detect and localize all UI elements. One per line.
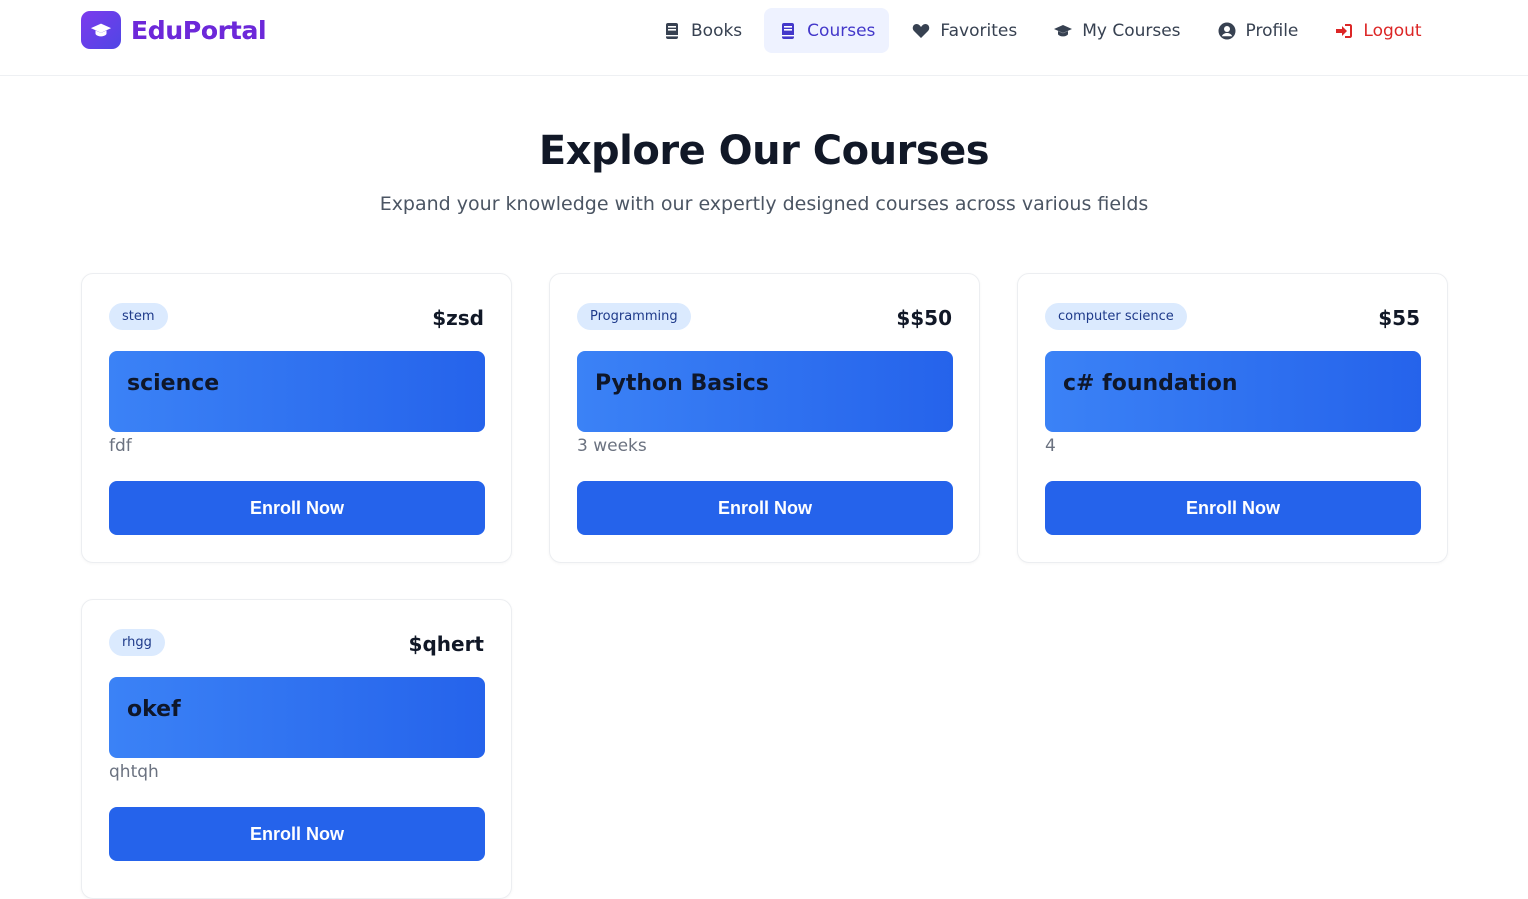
enroll-button[interactable]: Enroll Now xyxy=(1045,481,1421,535)
course-card: computer science $55 c# foundation 4 Enr… xyxy=(1017,273,1448,563)
course-banner: okef xyxy=(109,677,485,758)
nav-label-my-courses: My Courses xyxy=(1082,20,1181,41)
course-duration: 3 weeks xyxy=(577,436,647,456)
enroll-button[interactable]: Enroll Now xyxy=(109,807,485,861)
graduation-cap-icon xyxy=(81,11,121,49)
brand-name: EduPortal xyxy=(131,15,267,45)
nav-item-books[interactable]: Books xyxy=(648,8,756,53)
course-banner: c# foundation xyxy=(1045,351,1421,432)
book-icon xyxy=(662,21,682,41)
nav-label-logout: Logout xyxy=(1363,20,1422,41)
brand[interactable]: EduPortal xyxy=(81,11,267,49)
course-title: c# foundation xyxy=(1063,371,1238,396)
nav-label-books: Books xyxy=(691,20,743,41)
enroll-button[interactable]: Enroll Now xyxy=(577,481,953,535)
course-card: Programming $$50 Python Basics 3 weeks E… xyxy=(549,273,980,563)
course-title: okef xyxy=(127,697,181,722)
nav-item-favorites[interactable]: Favorites xyxy=(897,8,1031,53)
course-price: $zsd xyxy=(432,306,484,330)
course-banner: science xyxy=(109,351,485,432)
course-duration: 4 xyxy=(1045,436,1056,456)
course-price: $qhert xyxy=(408,632,484,656)
course-price: $$50 xyxy=(896,306,952,330)
course-card: stem $zsd science fdf Enroll Now xyxy=(81,273,512,563)
main-nav: Books Courses Favorites My Courses Profi… xyxy=(648,8,1444,53)
nav-label-profile: Profile xyxy=(1245,20,1299,41)
course-title: science xyxy=(127,371,220,396)
category-badge: rhgg xyxy=(109,629,165,656)
nav-item-my-courses[interactable]: My Courses xyxy=(1039,8,1194,53)
course-card: rhgg $qhert okef qhtqh Enroll Now xyxy=(81,599,512,899)
nav-item-logout[interactable]: Logout xyxy=(1320,8,1435,53)
nav-label-favorites: Favorites xyxy=(940,20,1018,41)
nav-item-courses[interactable]: Courses xyxy=(764,8,890,53)
graduation-cap-icon xyxy=(1053,21,1073,41)
course-duration: fdf xyxy=(109,436,132,456)
category-badge: Programming xyxy=(577,303,691,330)
course-banner: Python Basics xyxy=(577,351,953,432)
nav-item-profile[interactable]: Profile xyxy=(1203,8,1313,53)
category-badge: computer science xyxy=(1045,303,1187,330)
nav-label-courses: Courses xyxy=(807,20,876,41)
page-title: Explore Our Courses xyxy=(538,128,990,174)
course-price: $55 xyxy=(1378,306,1420,330)
category-badge: stem xyxy=(109,303,168,330)
top-navbar: EduPortal Books Courses Favorites My Cou… xyxy=(0,0,1528,76)
user-circle-icon xyxy=(1217,21,1237,41)
page-subtitle: Expand your knowledge with our expertly … xyxy=(379,193,1149,215)
enroll-button[interactable]: Enroll Now xyxy=(109,481,485,535)
course-title: Python Basics xyxy=(595,371,769,396)
logout-icon xyxy=(1334,21,1354,41)
heart-icon xyxy=(911,21,931,41)
book-icon xyxy=(778,21,798,41)
course-duration: qhtqh xyxy=(109,762,159,782)
